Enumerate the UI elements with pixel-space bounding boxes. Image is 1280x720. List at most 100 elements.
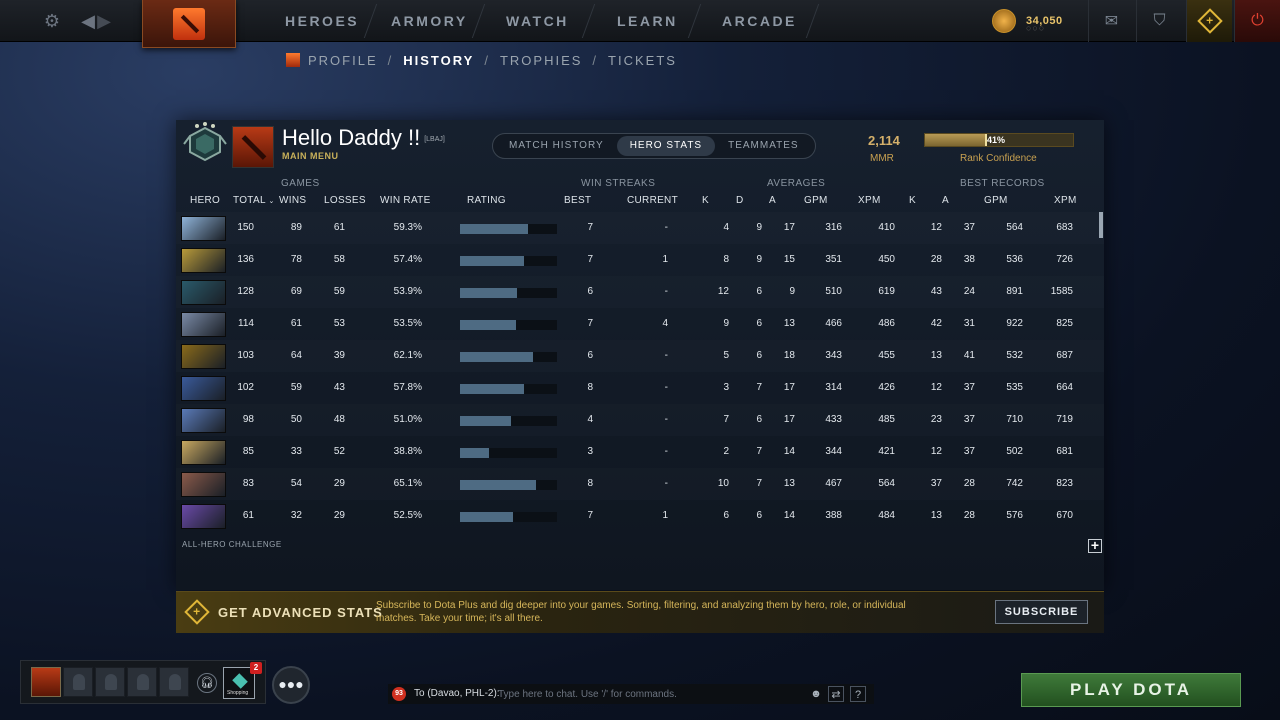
party-slot-empty[interactable]	[127, 667, 157, 697]
cell-rec-k: 43	[930, 286, 942, 297]
subnav-profile[interactable]: PROFILE	[308, 53, 378, 68]
hero-portrait[interactable]	[181, 344, 226, 369]
cell-rec-xpm: 825	[1056, 318, 1073, 329]
cell-avg-k: 12	[717, 286, 729, 297]
advanced-stats-title: GET ADVANCED STATS	[218, 605, 383, 620]
gold-display[interactable]: 34,050 ○○○	[992, 8, 1063, 34]
party-slot-self[interactable]	[31, 667, 61, 697]
table-row[interactable]: 85 33 52 38.8% 3 - 2 7 14 344 421 12 37 502 681	[176, 436, 1104, 468]
emoji-icon[interactable]: ☻	[808, 686, 824, 702]
chat-input[interactable]	[498, 685, 798, 703]
col-header-rec-k[interactable]: K	[909, 195, 916, 206]
avatar[interactable]	[232, 126, 274, 168]
party-slot-empty[interactable]	[95, 667, 125, 697]
tab-match-history[interactable]: MATCH HISTORY	[496, 136, 617, 156]
col-header-avg-xpm[interactable]: XPM	[858, 195, 881, 206]
nav-learn[interactable]: LEARN	[617, 0, 678, 42]
group-header-games: GAMES	[281, 178, 320, 189]
col-header-rec-gpm[interactable]: GPM	[984, 195, 1008, 206]
col-header-hero[interactable]: HERO	[190, 195, 220, 206]
rating-bar-fill	[460, 448, 490, 458]
mail-button[interactable]: ✉	[1088, 0, 1134, 42]
nav-watch[interactable]: WATCH	[506, 0, 569, 42]
col-header-avg-d[interactable]: D	[736, 195, 744, 206]
play-dota-button[interactable]: PLAY DOTA	[1021, 673, 1241, 707]
power-button[interactable]: ⏻	[1234, 0, 1280, 42]
hero-portrait[interactable]	[181, 472, 226, 497]
inventory-label: Shopping	[227, 690, 249, 696]
cell-avg-d: 6	[756, 350, 762, 361]
col-header-best[interactable]: BEST	[564, 195, 591, 206]
chat-channel-label[interactable]: To (Davao, PHL-2):	[414, 688, 500, 699]
player-subtitle[interactable]: MAIN MENU	[282, 151, 339, 161]
col-header-rec-a[interactable]: A	[942, 195, 949, 206]
table-row[interactable]: 128 69 59 53.9% 6-12 6 9 510 619 43 24 891 1585	[176, 276, 1104, 308]
cell-avg-k: 3	[723, 382, 729, 393]
all-hero-challenge-link[interactable]: ALL-HERO CHALLENGE	[182, 540, 282, 549]
hero-portrait[interactable]	[181, 248, 226, 273]
col-header-wins[interactable]: WINS	[279, 195, 306, 206]
subnav-tickets[interactable]: TICKETS	[608, 53, 677, 68]
table-row[interactable]: 83 54 29 65.1% 8 - 10 7 13 467 564 37 28 742 823	[176, 468, 1104, 500]
dota-plus-button[interactable]: +	[1186, 0, 1232, 42]
table-scrollbar[interactable]	[1099, 212, 1103, 238]
nav-heroes[interactable]: HEROES	[285, 0, 359, 42]
col-header-current[interactable]: CURRENT	[627, 195, 678, 206]
cell-losses: 58	[333, 254, 345, 265]
armory-button[interactable]: ⛉	[1136, 0, 1182, 42]
subnav-trophies[interactable]: TROPHIES	[500, 53, 582, 68]
table-row[interactable]: 103 64 39 62.1% 6 - 5 6 18 343 455 13 41 532 687	[176, 340, 1104, 372]
table-row[interactable]: 114 61 53 53.5% 7 4 9 6 13 466 486 42 31 922 825	[176, 308, 1104, 340]
hero-portrait[interactable]	[181, 280, 226, 305]
hero-portrait[interactable]	[181, 216, 226, 241]
hero-portrait[interactable]	[181, 408, 226, 433]
cell-wins: 32	[290, 510, 302, 521]
cell-avg-a: 17	[783, 414, 795, 425]
col-header-avg-a[interactable]: A	[769, 195, 776, 206]
chat-help-icon[interactable]: ?	[850, 686, 866, 702]
cell-rec-gpm: 564	[1006, 222, 1023, 233]
subscribe-button[interactable]: SUBSCRIBE	[995, 600, 1088, 624]
hero-portrait[interactable]	[181, 312, 226, 337]
hero-portrait[interactable]	[181, 504, 226, 529]
col-header-rating[interactable]: RATING	[467, 195, 506, 206]
tab-teammates[interactable]: TEAMMATES	[715, 136, 811, 156]
tab-hero-stats[interactable]: HERO STATS	[616, 136, 716, 156]
forward-arrow-icon[interactable]: ▶	[92, 9, 116, 33]
nav-armory[interactable]: ARMORY	[391, 0, 468, 42]
cell-rec-gpm: 576	[1006, 510, 1023, 521]
headset-icon[interactable]: 🎧︎	[197, 673, 217, 693]
hero-portrait[interactable]	[181, 440, 226, 465]
col-header-avg-k[interactable]: K	[702, 195, 709, 206]
cell-losses: 52	[333, 446, 345, 457]
col-header-win-rate[interactable]: WIN RATE	[380, 195, 431, 206]
stats-tab-group: MATCH HISTORY HERO STATS TEAMMATES	[492, 133, 816, 159]
col-header-losses[interactable]: LOSSES	[324, 195, 366, 206]
table-row[interactable]: 136 78 58 57.4% 7 1 8 9 15 351 450 28 38 536 726	[176, 244, 1104, 276]
col-header-rec-xpm[interactable]: XPM	[1054, 195, 1077, 206]
dota-logo-button[interactable]	[142, 0, 236, 48]
cell-total: 61	[242, 510, 254, 521]
table-row[interactable]: 150 89 61 59.3% 7 - 4 9 17 316 410 12 37 564 683	[176, 212, 1104, 244]
hero-portrait[interactable]	[181, 376, 226, 401]
table-row[interactable]: 102 59 43 57.8% 8-3 7 17 314 426 12 37 535 664	[176, 372, 1104, 404]
party-slot-empty[interactable]	[63, 667, 93, 697]
friends-button[interactable]: ●●●	[272, 666, 310, 704]
chat-channel-switch-icon[interactable]: ⇄	[828, 686, 844, 702]
inventory-button[interactable]: Shopping 2	[223, 662, 262, 699]
settings-gear-icon[interactable]: ⚙	[40, 9, 64, 33]
table-row[interactable]: 98 50 48 51.0% 4 - 7 6 17 433 485 23 37 710 719	[176, 404, 1104, 436]
subnav-history[interactable]: HISTORY	[403, 53, 474, 68]
party-slot-empty[interactable]	[159, 667, 189, 697]
col-header-total[interactable]: TOTAL ⌄	[233, 195, 275, 206]
expand-plus-icon[interactable]: +	[1088, 538, 1102, 553]
chat-unread-badge[interactable]: 93	[392, 687, 406, 701]
cell-rec-k: 13	[930, 350, 942, 361]
table-row[interactable]: 61 32 29 52.5% 7 1 6 6 14 388 484 13 28 576 670	[176, 500, 1104, 532]
cell-wins: 50	[290, 414, 302, 425]
cell-streak-current: -	[664, 286, 668, 297]
nav-arcade[interactable]: ARCADE	[722, 0, 797, 42]
hero-stats-panel: Hello Daddy !! [LBAJ] MAIN MENU MATCH HIS…	[176, 120, 1104, 590]
chat-bar: 93 To (Davao, PHL-2): ☻ ⇄ ?	[388, 684, 874, 704]
col-header-avg-gpm[interactable]: GPM	[804, 195, 828, 206]
